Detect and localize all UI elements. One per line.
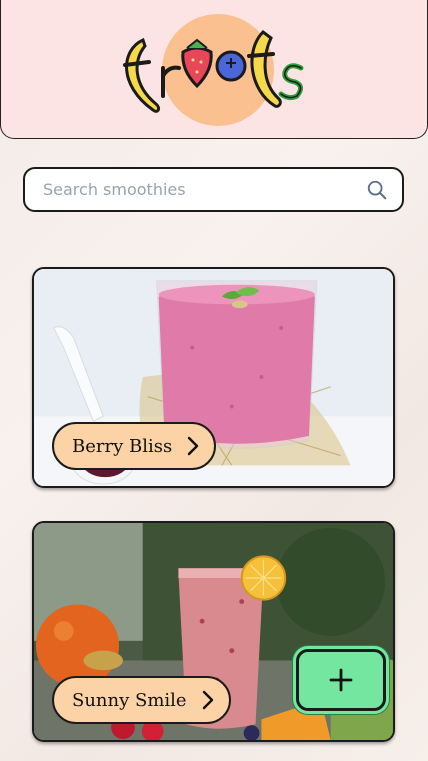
add-smoothie-button[interactable] (296, 649, 386, 711)
smoothie-name: Berry Bliss (72, 435, 173, 457)
smoothie-card-berry-bliss[interactable]: Berry Bliss (32, 267, 395, 488)
chevron-right-icon (202, 690, 213, 710)
search-input[interactable] (43, 180, 366, 199)
app-header (0, 0, 428, 139)
search-bar[interactable] (23, 167, 404, 212)
smoothie-pill-sunny-smile[interactable]: Sunny Smile (52, 676, 231, 724)
plus-icon (329, 668, 353, 692)
smoothie-name: Sunny Smile (72, 689, 187, 711)
search-icon[interactable] (366, 179, 388, 201)
froots-logo[interactable] (113, 10, 313, 130)
chevron-right-icon (188, 436, 199, 456)
smoothie-pill-berry-bliss[interactable]: Berry Bliss (52, 422, 217, 470)
